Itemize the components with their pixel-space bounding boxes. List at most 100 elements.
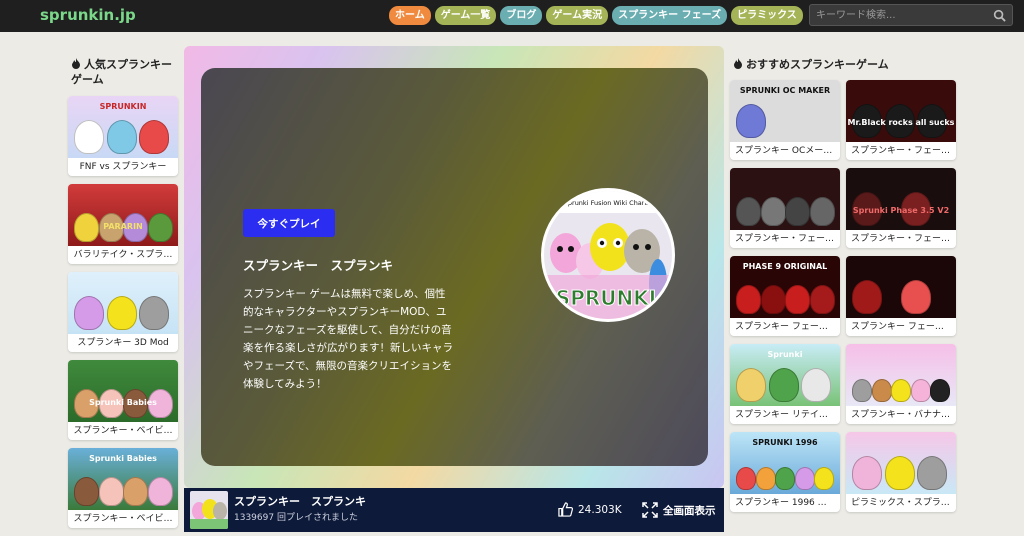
game-stage: 今すぐプレイ スプランキー スプランキ スプランキー ゲームは無料で楽しめ、個性… [184, 46, 724, 488]
game-mini-thumbnail [190, 491, 228, 529]
character-figure [785, 285, 810, 314]
character-figure [852, 455, 882, 490]
right-game-card[interactable]: スプランキー・バナナ… [846, 344, 956, 424]
game-card-label: スプランキー OCメー… [735, 146, 833, 156]
game-thumbnail: Sprunki [730, 344, 840, 406]
left-game-card[interactable]: Sprunki Babies スプランキー・ベイビ… [68, 448, 178, 528]
character-figure [917, 455, 948, 490]
character-figure [901, 279, 931, 314]
thumbnail-text: Sprunki [767, 350, 803, 359]
nav-item-4[interactable]: スプランキー フェーズ [612, 6, 728, 25]
game-thumbnail: SPRUNKIN [68, 96, 178, 158]
fullscreen-button[interactable]: 全画面表示 [642, 502, 716, 518]
thumbnail-text: PHASE 9 ORIGINAL [742, 262, 828, 271]
character-figure [884, 455, 915, 490]
character-figure [760, 285, 786, 314]
search-icon[interactable] [993, 9, 1006, 22]
thumbnail-text: Mr.Black rocks all sucks [847, 118, 955, 127]
right-game-card[interactable]: SPRUNKI 1996 スプランキー 1996 【… [730, 432, 840, 512]
character-figure [736, 467, 756, 490]
nav-item-0[interactable]: ホーム [389, 6, 431, 25]
character-figure [147, 477, 173, 506]
game-thumbnail [846, 344, 956, 406]
top-bar: sprunkin.jp ホーム ゲーム一覧 ブログ ゲーム実況 スプランキー フェーズピ… [0, 0, 1024, 32]
character-figure [801, 367, 832, 402]
right-game-card[interactable]: スプランキー フェー… [846, 256, 956, 336]
game-card-label: スプランキー・バナナ… [851, 410, 951, 420]
nav-item-2[interactable]: ブログ [500, 6, 543, 25]
game-thumbnail: SPRUNKI OC MAKER [730, 80, 840, 142]
right-game-card[interactable]: Sprunki Phase 3.5 V2 スプランキー・フェー… [846, 168, 956, 248]
right-game-card[interactable]: Sprunki スプランキー リテイ… [730, 344, 840, 424]
nav-item-3[interactable]: ゲーム実況 [546, 6, 609, 25]
like-button[interactable]: 24.303K [558, 502, 622, 517]
play-now-button[interactable]: 今すぐプレイ [243, 209, 335, 237]
character-figure [768, 367, 799, 402]
thumbs-up-icon [558, 502, 573, 517]
game-card-label: バラリテイク・スプラ… [73, 250, 173, 260]
game-card-label: FNF vs スプランキー [79, 162, 167, 172]
thumbnail-text: SPRUNKI OC MAKER [739, 86, 831, 95]
game-info-bar: スプランキー スプランキ 1339697 回プレイされました 24.303K 全… [184, 488, 724, 532]
character-figure [852, 379, 872, 402]
game-cover-disc[interactable]: but Sprunki Fusion Wiki Characte… SPRUNK… [541, 188, 675, 322]
character-figure [930, 379, 951, 402]
left-section-title: 人気スプランキー ゲーム [71, 58, 172, 86]
character-figure [891, 379, 912, 402]
game-card-label: スプランキー・フェー… [735, 234, 835, 244]
disc-top-text: but Sprunki Fusion Wiki Characte… [551, 199, 665, 207]
character-figure [760, 197, 786, 226]
thumbnail-text: SPRUNKIN [99, 102, 147, 111]
right-game-card[interactable]: Mr.Black rocks all sucks スプランキー・フェー… [846, 80, 956, 160]
character-figure [814, 467, 835, 490]
disc-logo-text: SPRUNKI [556, 286, 656, 310]
site-logo[interactable]: sprunkin.jp [40, 6, 136, 24]
character-figure [139, 295, 170, 330]
game-card-label: スプランキー リテイ… [735, 410, 828, 420]
main-nav: ホーム ゲーム一覧 ブログ ゲーム実況 スプランキー フェーズ ピラミックス [389, 6, 803, 25]
game-thumbnail: SPRUNKI 1996 [730, 432, 840, 494]
character-figure [74, 295, 104, 330]
thumbnail-text: SPRUNKI 1996 [752, 438, 818, 447]
nav-item-1[interactable]: ゲーム一覧 [434, 6, 497, 25]
right-game-card[interactable]: PHASE 9 ORIGINAL スプランキー フェー… [730, 256, 840, 336]
like-count: 24.303K [578, 503, 622, 516]
character-figure [871, 379, 892, 402]
character-figure [74, 119, 104, 154]
game-thumbnail [846, 432, 956, 494]
right-game-card[interactable]: スプランキー・フェー… [730, 168, 840, 248]
nav-item-5[interactable]: ピラミックス [731, 6, 803, 25]
game-thumbnail: PHASE 9 ORIGINAL [730, 256, 840, 318]
left-game-card[interactable]: SPRUNKIN FNF vs スプランキー [68, 96, 178, 176]
right-game-card[interactable]: ピラミックス・スプラ… [846, 432, 956, 512]
game-card-label: スプランキー フェー… [851, 322, 944, 332]
character-figure [736, 367, 766, 402]
fullscreen-icon [642, 502, 658, 518]
thumbnail-text: Sprunki Babies [89, 398, 157, 407]
right-game-card[interactable]: SPRUNKI OC MAKER スプランキー OCメー… [730, 80, 840, 160]
character-figure [785, 197, 810, 226]
game-cover-art: but Sprunki Fusion Wiki Characte… SPRUNK… [544, 191, 672, 319]
character-figure [775, 467, 796, 490]
game-thumbnail [730, 168, 840, 230]
left-game-card[interactable]: スプランキー 3D Mod [68, 272, 178, 352]
game-thumbnail: Sprunki Babies [68, 448, 178, 510]
character-figure [98, 477, 124, 506]
game-card-label: スプランキー フェー… [735, 322, 828, 332]
fire-icon [72, 58, 80, 69]
search-input[interactable] [816, 8, 986, 22]
character-figure [74, 477, 99, 506]
search-box [809, 4, 1013, 26]
game-card-label: スプランキー・フェー… [851, 234, 951, 244]
character-figure [809, 197, 835, 226]
game-title: スプランキー スプランキ [243, 258, 394, 273]
game-description: スプランキー ゲームは無料で楽しめ、個性的なキャラクターやスプランキーMOD、ユ… [243, 288, 453, 390]
game-thumbnail: Mr.Black rocks all sucks [846, 80, 956, 142]
character-figure [139, 119, 170, 154]
thumbnail-text: PARARIN [103, 222, 143, 231]
left-game-card[interactable]: PARARIN バラリテイク・スプラ… [68, 184, 178, 264]
game-card-label: スプランキー・ベイビ… [73, 426, 173, 436]
character-figure [736, 285, 761, 314]
play-count: 1339697 回プレイされました [234, 513, 358, 523]
left-game-card[interactable]: Sprunki Babies スプランキー・ベイビ… [68, 360, 178, 440]
